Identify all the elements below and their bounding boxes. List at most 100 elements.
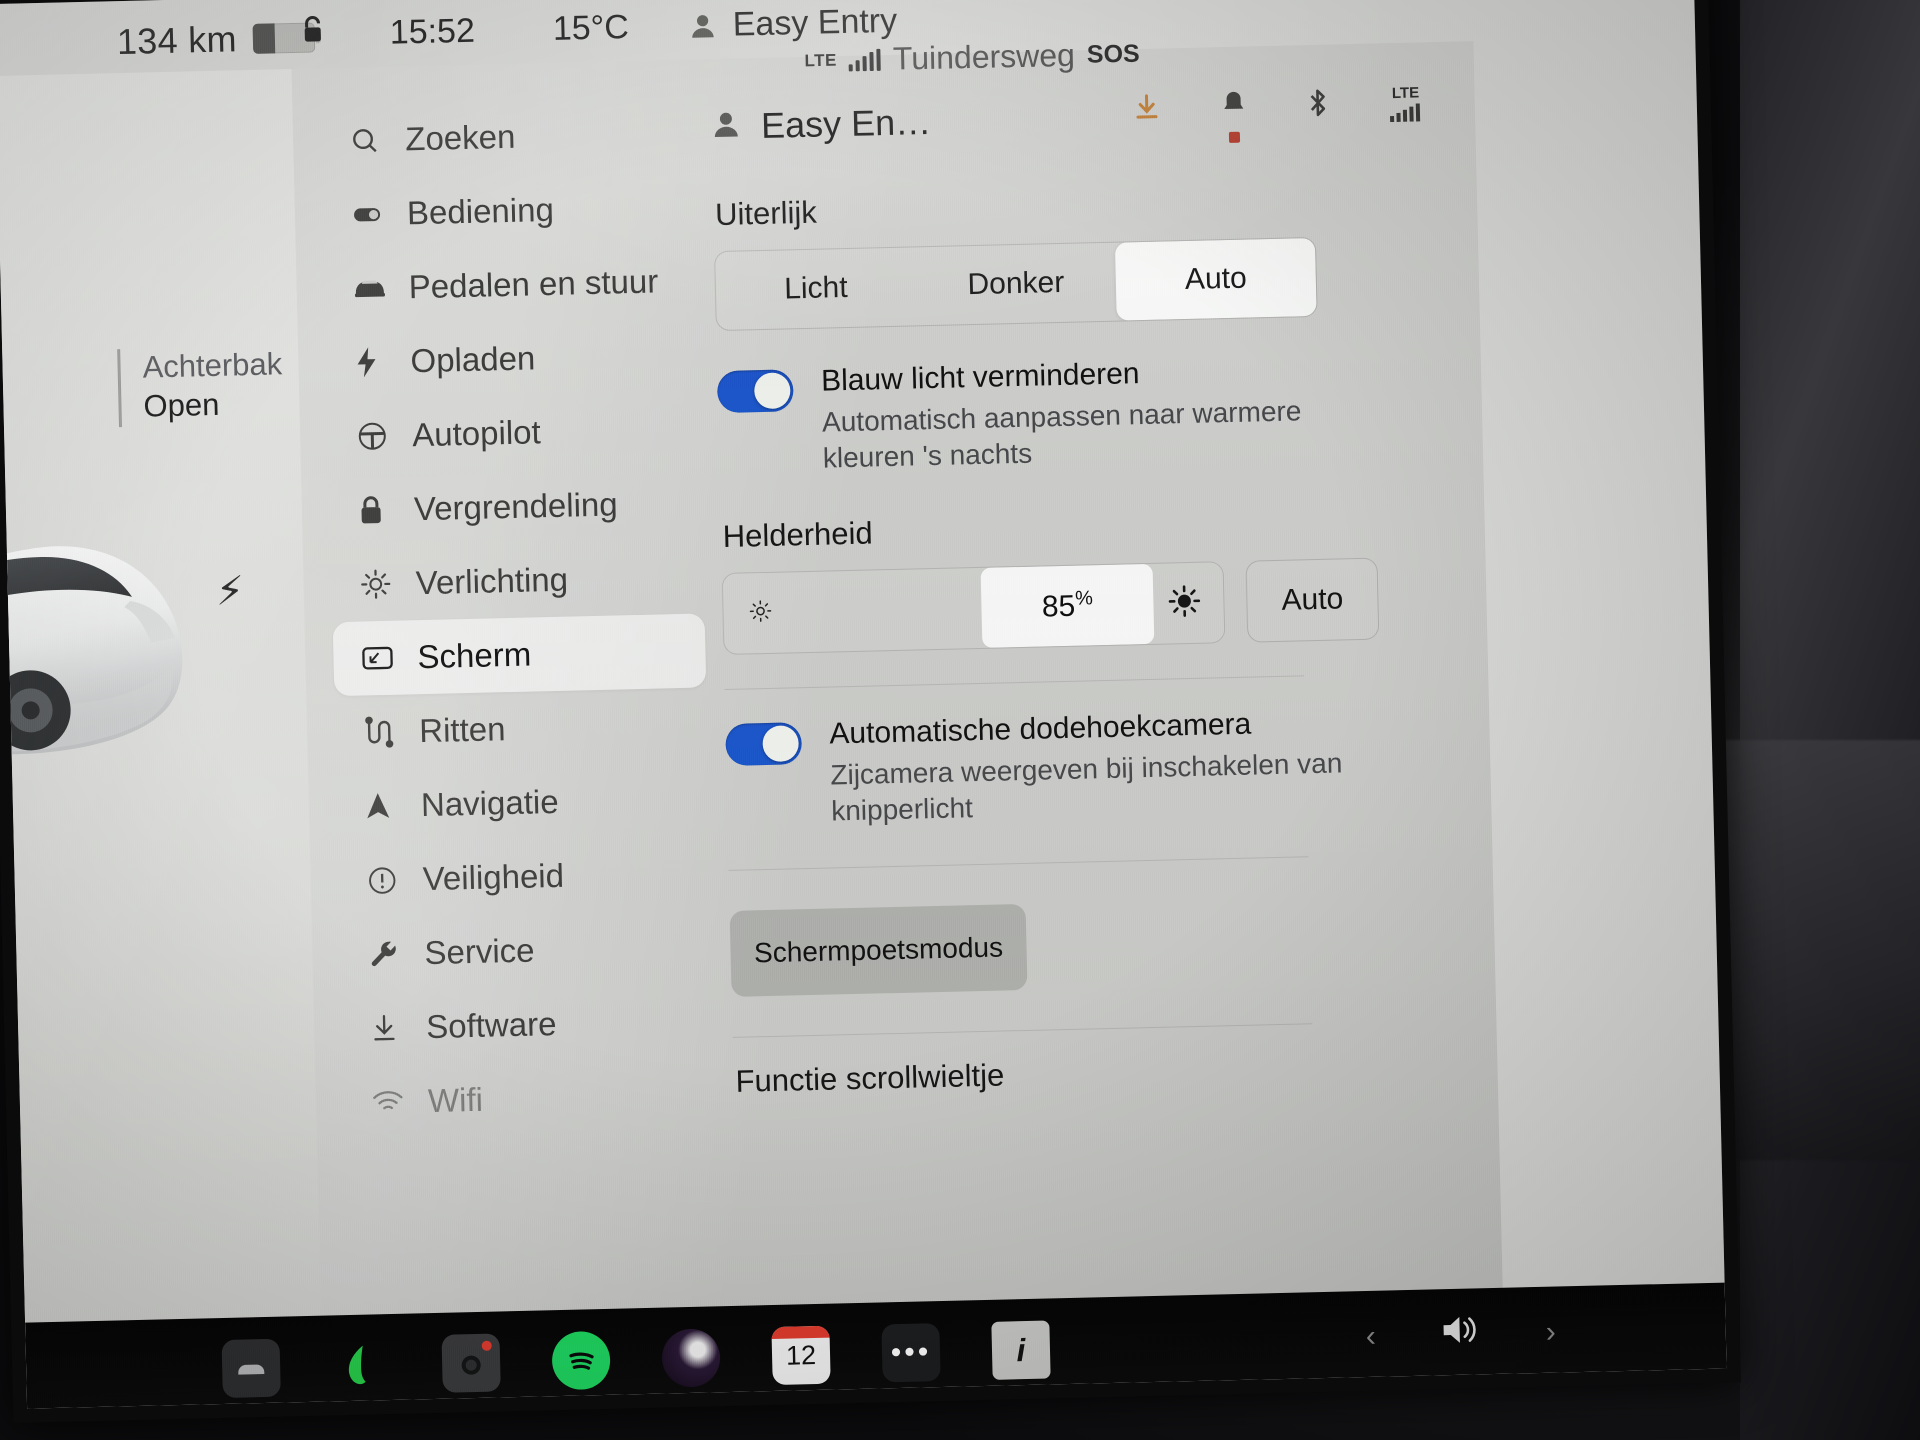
sidebar-item-software[interactable]: Software: [341, 983, 715, 1066]
clean-screen-button[interactable]: Schermpoetsmodus: [729, 904, 1028, 997]
status-icon-tray[interactable]: LTE: [1132, 84, 1423, 143]
navigation-arrow-icon: [365, 790, 422, 821]
car-icon: [352, 274, 409, 301]
blue-light-row[interactable]: Blauw licht verminderen Automatisch aanp…: [716, 347, 1483, 479]
range-indicator[interactable]: 134 km: [116, 16, 316, 63]
driver-profile[interactable]: Easy Entry: [688, 2, 898, 46]
car-visualization-panel[interactable]: Achterbak Open ⚡: [0, 69, 322, 1344]
sidebar-item-label: Wifi: [427, 1080, 484, 1120]
download-icon[interactable]: [1132, 92, 1161, 128]
sidebar-item-pedalen-en-stuur[interactable]: Pedalen en stuur: [324, 244, 698, 327]
sidebar-item-vergrendeling[interactable]: Vergrendeling: [329, 465, 703, 548]
sidebar-item-ritten[interactable]: Ritten: [334, 687, 708, 770]
brightness-row[interactable]: 85% Auto: [721, 555, 1488, 656]
signal-strength-icon: [848, 48, 881, 71]
blue-light-text: Blauw licht verminderen Automatisch aanp…: [821, 350, 1364, 477]
theme-option-donker[interactable]: Donker: [915, 243, 1117, 326]
person-icon: [711, 109, 742, 145]
sidebar-item-navigatie[interactable]: Navigatie: [336, 761, 710, 844]
blind-spot-row[interactable]: Automatische dodehoekcamera Zijcamera we…: [725, 700, 1491, 832]
sidebar-item-scherm[interactable]: Scherm: [332, 613, 707, 697]
sidebar-item-label: Software: [425, 1005, 557, 1046]
camera-app-icon[interactable]: [441, 1333, 501, 1393]
previous-track-button[interactable]: ‹: [1365, 1319, 1376, 1353]
dashboard-vent-panel: [1700, 740, 1920, 1160]
media-ring-app-icon[interactable]: [661, 1328, 721, 1388]
section-divider: [724, 675, 1305, 691]
toggle-icon: [351, 197, 408, 230]
sidebar-item-label: Pedalen en stuur: [408, 262, 659, 306]
car-3d-render[interactable]: [0, 490, 243, 798]
appearance-segmented-control[interactable]: Licht Donker Auto: [714, 236, 1318, 332]
sidebar-item-opladen[interactable]: Opladen: [326, 318, 700, 401]
theme-option-licht[interactable]: Licht: [715, 247, 917, 330]
brightness-slider[interactable]: 85%: [721, 561, 1226, 656]
section-divider-2: [728, 856, 1309, 872]
steering-wheel-icon: [356, 419, 413, 452]
blue-light-toggle[interactable]: [716, 369, 794, 414]
blind-spot-toggle[interactable]: [725, 722, 803, 767]
status-bar-right: LTE Tuindersweg SOS: [804, 36, 1140, 80]
brightness-low-icon: [747, 597, 774, 629]
dashboard-surround: [1740, 0, 1920, 1440]
sidebar-item-wifi[interactable]: Wifi: [343, 1057, 717, 1140]
charge-bolt-icon: ⚡: [215, 569, 245, 614]
settings-nav-list[interactable]: Zoeken Bediening Pedalen en stuur Oplade…: [320, 96, 716, 1140]
trunk-status-value: Open: [143, 386, 220, 424]
info-manual-icon[interactable]: i: [991, 1320, 1051, 1380]
settings-detail-pane: Easy En… LTE Uiterlijk Licht Donker Auto…: [710, 61, 1503, 1327]
brightness-section-title: Helderheid: [722, 515, 874, 555]
dock-app-list[interactable]: 12 ••• i: [221, 1320, 1051, 1398]
tesla-touchscreen[interactable]: Achterbak Open ⚡ Zoeken Bediening Pedale…: [0, 0, 1727, 1409]
sidebar-item-label: Service: [424, 931, 535, 972]
calendar-app-icon[interactable]: 12: [771, 1325, 831, 1386]
theme-option-auto[interactable]: Auto: [1114, 237, 1317, 321]
sidebar-item-label: Vergrendeling: [413, 485, 619, 528]
bell-icon[interactable]: [1220, 90, 1247, 143]
sidebar-item-autopilot[interactable]: Autopilot: [327, 391, 701, 474]
trunk-status: Achterbak Open: [117, 345, 284, 427]
lte-label: LTE: [1391, 84, 1420, 103]
battery-range-text: 134 km: [116, 18, 238, 63]
settings-sheet: Zoeken Bediening Pedalen en stuur Oplade…: [291, 41, 1504, 1337]
network-label: LTE: [804, 50, 837, 70]
calendar-day-number: 12: [785, 1339, 817, 1371]
sidebar-item-label: Verlichting: [415, 560, 569, 602]
more-apps-icon[interactable]: •••: [881, 1323, 941, 1383]
sidebar-item-label: Autopilot: [411, 413, 542, 454]
sidebar-item-veiligheid[interactable]: Veiligheid: [338, 835, 712, 918]
lock-icon: [358, 493, 415, 526]
photo-frame: Achterbak Open ⚡ Zoeken Bediening Pedale…: [0, 0, 1920, 1440]
search-icon: [349, 124, 406, 155]
next-track-button[interactable]: ›: [1545, 1315, 1556, 1349]
volume-icon[interactable]: [1439, 1311, 1482, 1357]
alert-circle-icon: [366, 864, 423, 896]
blind-spot-subtitle: Zijcamera weergeven bij inschakelen van …: [830, 747, 1343, 827]
outside-temperature: 15°C: [552, 8, 630, 48]
sidebar-item-service[interactable]: Service: [340, 909, 714, 992]
sidebar-item-label: Ritten: [418, 710, 506, 750]
sidebar-item-verlichting[interactable]: Verlichting: [331, 539, 705, 622]
car-app-icon[interactable]: [221, 1338, 281, 1398]
notification-badge: [1228, 131, 1241, 143]
blind-spot-text: Automatische dodehoekcamera Zijcamera we…: [829, 703, 1372, 830]
route-icon: [363, 715, 420, 748]
brightness-slider-thumb[interactable]: 85%: [980, 563, 1155, 648]
profile-name: Easy En…: [760, 100, 932, 146]
leaf-app-icon[interactable]: [332, 1336, 391, 1395]
brightness-high-icon: [1167, 583, 1202, 623]
brightness-auto-button[interactable]: Auto: [1245, 557, 1380, 643]
dock-media-controls[interactable]: ‹ ›: [1365, 1310, 1556, 1359]
toggle-knob: [762, 725, 800, 763]
unlock-icon[interactable]: [299, 14, 328, 56]
spotify-app-icon[interactable]: [551, 1330, 611, 1391]
sidebar-item-zoeken[interactable]: Zoeken: [320, 96, 694, 179]
profile-selector[interactable]: Easy En…: [711, 101, 932, 148]
sidebar-item-bediening[interactable]: Bediening: [322, 170, 696, 253]
brightness-value: 85%: [1041, 587, 1094, 624]
clock: 15:52: [389, 11, 476, 52]
section-divider-3: [732, 1023, 1313, 1038]
trunk-status-label: Achterbak: [142, 346, 283, 385]
bluetooth-icon[interactable]: [1306, 87, 1329, 125]
sos-button[interactable]: SOS: [1086, 40, 1139, 70]
